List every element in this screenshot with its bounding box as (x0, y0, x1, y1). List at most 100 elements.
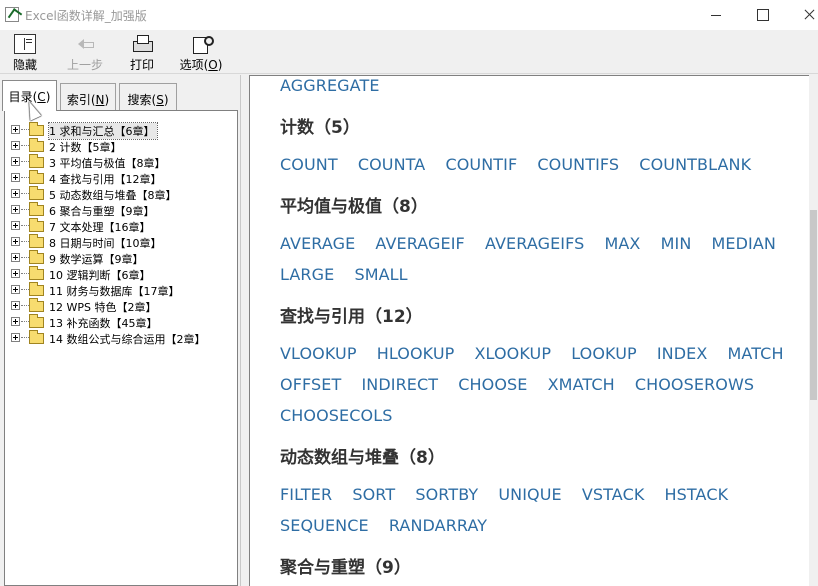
function-link[interactable]: COUNTIF (445, 155, 517, 174)
expand-icon[interactable] (11, 221, 20, 230)
navigation-pane: 目录(C) 索引(N) 搜索(S) 1 求和与汇总【6章】 2 计数【5章】 3… (0, 75, 246, 586)
folder-icon (29, 282, 44, 296)
function-link[interactable]: INDIRECT (361, 375, 438, 394)
function-link[interactable]: LOOKUP (571, 344, 637, 363)
expand-icon[interactable] (11, 301, 20, 310)
folder-icon (29, 266, 44, 280)
function-link[interactable]: LARGE (280, 265, 334, 284)
toolbar: 隐藏 上一步 打印 选项(O) (0, 30, 818, 74)
folder-icon (29, 138, 44, 152)
function-link[interactable]: RANDARRAY (389, 516, 487, 535)
function-link[interactable]: MAX (604, 234, 640, 253)
back-arrow-icon (74, 34, 96, 54)
scrollbar-thumb[interactable] (810, 210, 817, 400)
expand-icon[interactable] (11, 189, 20, 198)
folder-icon (29, 314, 44, 328)
function-link[interactable]: COUNTA (358, 155, 426, 174)
function-link[interactable]: XLOOKUP (474, 344, 551, 363)
folder-icon (29, 170, 44, 184)
hide-pane-icon (14, 34, 36, 54)
tab-search[interactable]: 搜索(S) (119, 83, 177, 110)
function-link[interactable]: COUNT (280, 155, 338, 174)
tab-index[interactable]: 索引(N) (60, 83, 116, 110)
folder-icon (29, 186, 44, 200)
function-row: COUNT COUNTA COUNTIF COUNTIFS COUNTBLANK (280, 149, 800, 180)
function-link[interactable]: SORT (352, 485, 395, 504)
expand-icon[interactable] (11, 125, 20, 134)
expand-icon[interactable] (11, 173, 20, 182)
section-heading: 动态数组与堆叠（8） (280, 448, 445, 468)
minimize-button[interactable] (693, 0, 739, 30)
expand-icon[interactable] (11, 253, 20, 262)
expand-icon[interactable] (11, 157, 20, 166)
function-row: CHOOSECOLS (280, 400, 800, 431)
window-title: Excel函数详解_加强版 (25, 9, 147, 23)
expand-icon[interactable] (11, 205, 20, 214)
function-link[interactable]: COUNTBLANK (639, 155, 751, 174)
folder-icon (29, 154, 44, 168)
function-link[interactable]: OFFSET (280, 375, 341, 394)
back-button[interactable]: 上一步 (60, 32, 110, 72)
function-link[interactable]: XMATCH (548, 375, 615, 394)
function-link[interactable]: SORTBY (415, 485, 478, 504)
content-body: AGGREGATE 计数（5） COUNT COUNTA COUNTIF COU… (280, 76, 800, 586)
function-row: VLOOKUP HLOOKUP XLOOKUP LOOKUP INDEX MAT… (280, 338, 800, 369)
function-link[interactable]: HSTACK (665, 485, 729, 504)
function-link[interactable]: SEQUENCE (280, 516, 369, 535)
app-icon (5, 7, 19, 22)
function-row: LARGE SMALL (280, 259, 800, 290)
section-heading: 聚合与重塑（9） (280, 558, 411, 578)
function-row: AVERAGE AVERAGEIF AVERAGEIFS MAX MIN MED… (280, 228, 800, 259)
function-row: OFFSET INDIRECT CHOOSE XMATCH CHOOSEROWS (280, 369, 800, 400)
function-row: AGGREGATE (280, 76, 800, 101)
function-link[interactable]: AVERAGE (280, 234, 355, 253)
close-button[interactable] (785, 0, 818, 30)
expand-icon[interactable] (11, 317, 20, 326)
function-link[interactable]: INDEX (657, 344, 708, 363)
function-link[interactable]: AVERAGEIFS (485, 234, 584, 253)
print-label: 打印 (129, 58, 154, 72)
function-link[interactable]: MEDIAN (711, 234, 775, 253)
folder-icon (29, 250, 44, 264)
folder-icon (29, 202, 44, 216)
folder-icon (29, 218, 44, 232)
vertical-scrollbar[interactable] (809, 75, 818, 586)
expand-icon[interactable] (11, 141, 20, 150)
function-link[interactable]: MATCH (728, 344, 784, 363)
function-link[interactable]: CHOOSEROWS (635, 375, 754, 394)
pane-splitter[interactable] (240, 75, 248, 586)
maximize-button[interactable] (739, 0, 785, 30)
options-button[interactable]: 选项(O) (176, 32, 226, 72)
function-link[interactable]: MIN (661, 234, 692, 253)
function-link[interactable]: CHOOSE (458, 375, 527, 394)
function-link[interactable]: SMALL (354, 265, 407, 284)
function-link[interactable]: VLOOKUP (280, 344, 357, 363)
print-button[interactable]: 打印 (122, 32, 162, 72)
function-link[interactable]: AVERAGEIF (375, 234, 464, 253)
expand-icon[interactable] (11, 333, 20, 342)
expand-icon[interactable] (11, 237, 20, 246)
function-link[interactable]: VSTACK (582, 485, 645, 504)
function-row: FILTER SORT SORTBY UNIQUE VSTACK HSTACK (280, 479, 800, 510)
title-bar: Excel函数详解_加强版 (0, 0, 818, 30)
function-link[interactable]: FILTER (280, 485, 332, 504)
section-heading: 平均值与极值（8） (280, 197, 428, 217)
folder-icon (29, 122, 44, 136)
expand-icon[interactable] (11, 285, 20, 294)
hide-button[interactable]: 隐藏 (6, 32, 44, 72)
content-pane: AGGREGATE 计数（5） COUNT COUNTA COUNTIF COU… (249, 75, 809, 586)
folder-icon (29, 234, 44, 248)
folder-icon (29, 330, 44, 344)
back-label: 上一步 (66, 58, 103, 72)
expand-icon[interactable] (11, 269, 20, 278)
function-link[interactable]: UNIQUE (498, 485, 561, 504)
contents-tree[interactable]: 1 求和与汇总【6章】 2 计数【5章】 3 平均值与极值【8章】 4 查找与引… (4, 110, 238, 586)
function-link[interactable]: CHOOSECOLS (280, 406, 393, 425)
section-heading: 计数（5） (280, 118, 360, 138)
function-link[interactable]: COUNTIFS (537, 155, 619, 174)
section-heading: 查找与引用（12） (280, 307, 423, 327)
function-link[interactable]: AGGREGATE (280, 76, 380, 95)
function-link[interactable]: HLOOKUP (377, 344, 455, 363)
options-icon (190, 34, 214, 54)
function-row: SEQUENCE RANDARRAY (280, 510, 800, 541)
